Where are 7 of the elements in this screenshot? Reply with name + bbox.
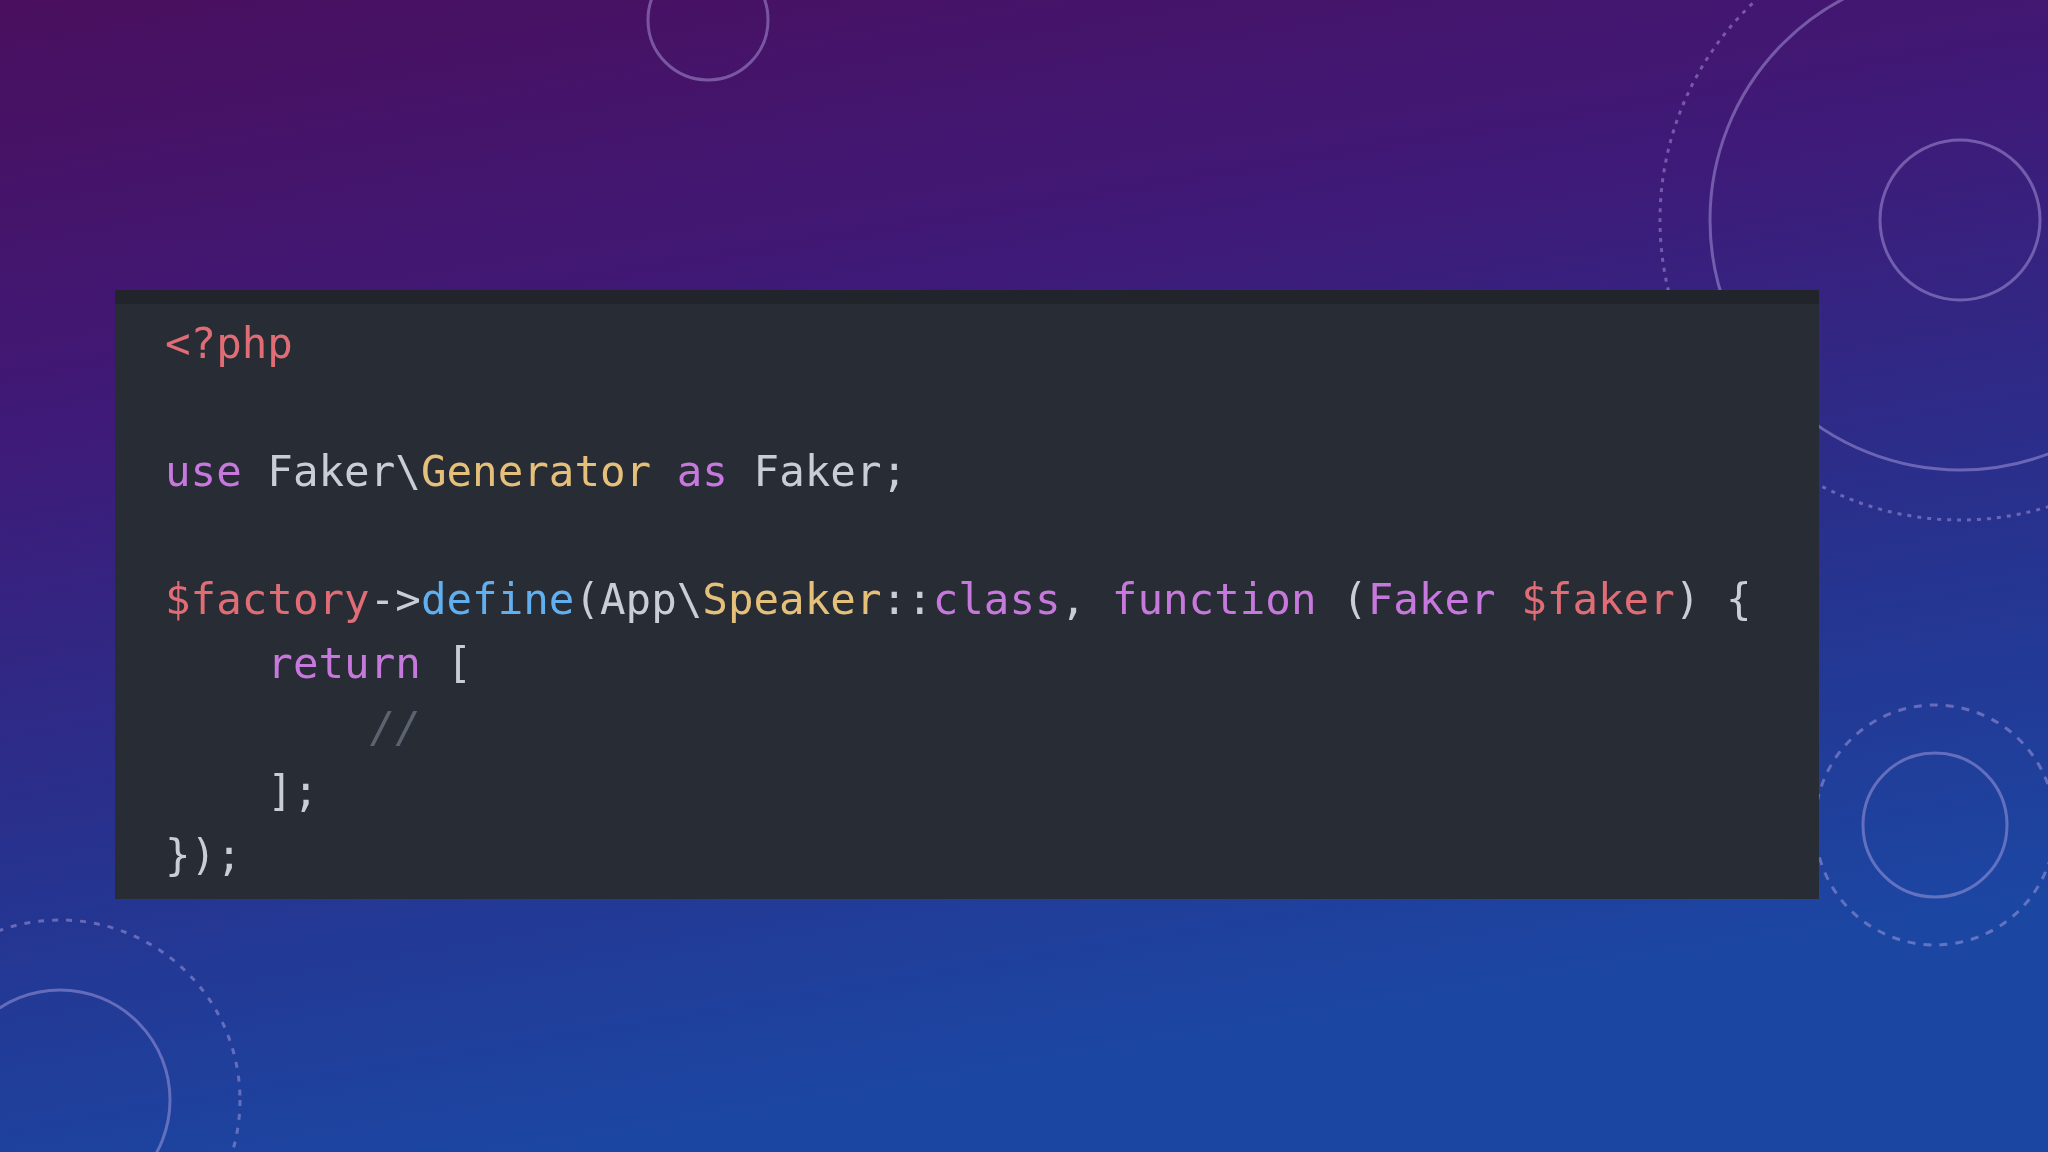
code-line: // bbox=[368, 702, 421, 754]
code-line: }); bbox=[165, 830, 242, 882]
code-line: <?php bbox=[165, 318, 293, 370]
code-line: ]; bbox=[266, 766, 319, 818]
code-line: use Faker\Generator as Faker; bbox=[165, 446, 908, 498]
code-line: $factory->define(App\Speaker::class, function (Faker $faker) { bbox=[165, 574, 1752, 626]
code-line: return [ bbox=[266, 638, 473, 690]
